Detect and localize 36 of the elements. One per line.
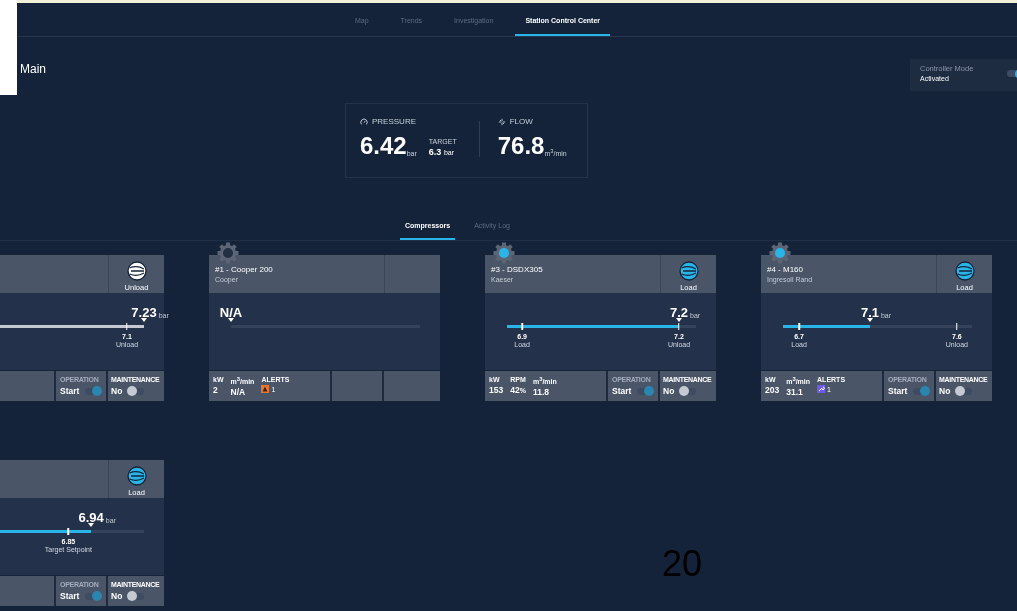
stat-value: 11.8 <box>532 387 550 398</box>
gauge-icon <box>360 117 368 126</box>
compressor-name: #3 - DSDX305 <box>491 265 544 274</box>
pressure-reading: 7.23 <box>131 305 157 320</box>
pressure-reading: 7.2 <box>669 305 688 320</box>
maintenance-value: No <box>939 386 951 396</box>
pressure-value: 6.42 <box>360 134 407 158</box>
toggle-switch[interactable] <box>680 387 697 395</box>
pressure-label: PRESSURE <box>372 117 416 126</box>
fan-icon <box>497 117 506 126</box>
compressor-name: #4 - M160 <box>767 265 805 274</box>
maintenance-panel <box>384 371 440 401</box>
page-number: 20 <box>662 546 703 582</box>
pressure-reading: 6.94 <box>78 510 104 525</box>
operation-value: Start <box>888 386 908 396</box>
page-title: Main <box>20 62 46 76</box>
stat-value: 153 <box>489 385 504 395</box>
toggle-switch[interactable] <box>128 387 145 395</box>
pressure-reading: 7.1 <box>860 305 879 320</box>
flow-value: 76.8 <box>497 134 545 158</box>
toggle-switch[interactable] <box>956 387 973 395</box>
maintenance-value: No <box>111 591 123 601</box>
stat-value: N/A <box>230 387 247 398</box>
stat-value: 31.1 <box>786 387 804 398</box>
stat-value: 203 <box>765 385 780 395</box>
compressor-name: #1 - Cooper 200 <box>215 265 274 274</box>
pressure-reading: N/A <box>219 305 243 320</box>
operation-value: Start <box>612 386 632 396</box>
flow-label: FLOW <box>509 117 533 126</box>
maintenance-value: No <box>111 386 123 396</box>
operation-value: Start <box>60 591 80 601</box>
maintenance-value: No <box>663 386 675 396</box>
operation-value: Start <box>60 386 80 396</box>
stat-value: 2 <box>213 385 219 395</box>
operation-panel <box>332 371 382 401</box>
toggle-switch[interactable] <box>128 592 145 600</box>
